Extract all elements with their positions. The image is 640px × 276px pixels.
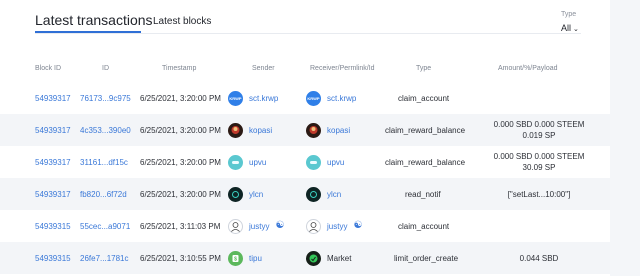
column-header-id: ID (102, 65, 109, 72)
sender-link[interactable]: justyy (249, 222, 269, 231)
timestamp: 6/25/2021, 3:20:00 PM (140, 125, 221, 135)
column-header-receiver: Receiver/Permlink/Id (310, 65, 375, 72)
payload: 0.044 SBD (519, 253, 559, 263)
payload: 0.000 SBD 0.000 STEEM 0.019 SP (493, 120, 585, 140)
operation-type: limit_order_create (394, 253, 459, 263)
timestamp: 6/25/2021, 3:10:55 PM (140, 253, 221, 263)
tab-bar: Latest transactions Latest blocks (35, 8, 595, 34)
sender-cell[interactable]: justyy ☯ (228, 210, 284, 242)
operation-type: claim_account (398, 221, 450, 231)
justyy-avatar-icon (228, 218, 243, 234)
timestamp: 6/25/2021, 3:20:00 PM (140, 189, 221, 199)
table-row[interactable]: 54939315 55cec...a9071 6/25/2021, 3:11:0… (0, 210, 610, 242)
tab-divider (35, 33, 581, 34)
sender-cell[interactable]: $ tipu (228, 242, 262, 274)
block-id-link[interactable]: 54939317 (35, 114, 71, 146)
table-row[interactable]: 54939317 31161...df15c 6/25/2021, 3:20:0… (0, 146, 610, 178)
receiver-cell: Market (306, 242, 351, 274)
payload (493, 210, 585, 242)
sender-link[interactable]: ylcn (249, 190, 263, 199)
svg-text:$: $ (234, 256, 237, 262)
justyy-avatar-icon (306, 218, 321, 234)
transaction-id-link[interactable]: 76173...9c975 (80, 82, 131, 114)
transaction-id-link[interactable]: 4c353...390e0 (80, 114, 131, 146)
receiver-link[interactable]: upvu (327, 158, 344, 167)
receiver-link[interactable]: justyy (327, 222, 347, 231)
payload: 0.000 SBD 0.000 STEEM 30.09 SP (493, 152, 585, 172)
column-header-type: Type (416, 65, 432, 72)
sender-cell[interactable]: upvu (228, 146, 266, 178)
kopasi-avatar-icon (306, 122, 321, 138)
tab-latest-transactions[interactable]: Latest transactions (35, 12, 153, 28)
block-id-link[interactable]: 54939317 (35, 178, 71, 210)
table-row[interactable]: 54939317 fb820...6f72d 6/25/2021, 3:20:0… (0, 178, 610, 210)
receiver-cell[interactable]: KRWP sct.krwp (306, 82, 356, 114)
sender-cell[interactable]: kopasi (228, 114, 272, 146)
block-id-link[interactable]: 54939315 (35, 210, 71, 242)
table-row[interactable]: 54939317 4c353...390e0 6/25/2021, 3:20:0… (0, 114, 610, 146)
column-header-block-id: Block ID (35, 65, 62, 72)
column-header-timestamp: Timestamp (162, 65, 197, 72)
receiver-cell[interactable]: kopasi (306, 114, 350, 146)
receiver-link[interactable]: sct.krwp (327, 94, 356, 103)
sender-cell[interactable]: ylcn (228, 178, 263, 210)
transaction-id-link[interactable]: 26fe7...1781c (80, 242, 128, 274)
table-row[interactable]: 54939317 76173...9c975 6/25/2021, 3:20:0… (0, 82, 610, 114)
column-header-sender: Sender (252, 65, 275, 72)
transaction-id-link[interactable]: fb820...6f72d (80, 178, 127, 210)
payload (493, 82, 585, 114)
human-icon: ☯ (275, 220, 285, 231)
receiver-cell[interactable]: justyy ☯ (306, 210, 362, 242)
transaction-id-link[interactable]: 31161...df15c (80, 146, 128, 178)
tab-latest-blocks[interactable]: Latest blocks (153, 16, 211, 27)
sender-link[interactable]: sct.krwp (249, 94, 278, 103)
tipu-avatar-icon: $ (228, 250, 243, 266)
operation-type: claim_reward_balance (385, 157, 466, 167)
human-icon: ☯ (353, 220, 363, 231)
ylcn-avatar-icon (228, 186, 243, 202)
timestamp: 6/25/2021, 3:20:00 PM (140, 157, 221, 167)
ylcn-avatar-icon (306, 186, 321, 202)
market-icon (306, 250, 321, 266)
timestamp: 6/25/2021, 3:20:00 PM (140, 93, 221, 103)
operation-type: claim_account (398, 93, 450, 103)
sender-link[interactable]: upvu (249, 158, 266, 167)
block-id-link[interactable]: 54939317 (35, 146, 71, 178)
upvu-avatar-icon (306, 154, 321, 170)
upvu-avatar-icon (228, 154, 243, 170)
receiver-label: Market (327, 253, 352, 263)
kopasi-avatar-icon (228, 122, 243, 138)
receiver-cell[interactable]: ylcn (306, 178, 341, 210)
receiver-cell[interactable]: upvu (306, 146, 344, 178)
payload: ["setLast...10:00"] (507, 189, 571, 199)
receiver-link[interactable]: kopasi (327, 126, 350, 135)
krwp-logo-icon: KRWP (228, 90, 243, 106)
sender-link[interactable]: kopasi (249, 126, 272, 135)
chevron-down-icon: ⌄ (573, 26, 579, 33)
table-header: Block ID ID Timestamp Sender Receiver/Pe… (0, 65, 610, 77)
sender-cell[interactable]: KRWP sct.krwp (228, 82, 278, 114)
table-row[interactable]: 54939315 26fe7...1781c 6/25/2021, 3:10:5… (0, 242, 610, 274)
type-filter-label: Type (561, 11, 577, 18)
sender-link[interactable]: tipu (249, 254, 262, 263)
transactions-panel: Latest transactions Latest blocks Type A… (0, 0, 610, 276)
receiver-link[interactable]: ylcn (327, 190, 341, 199)
type-filter-dropdown[interactable]: Type All ⌄ (561, 11, 579, 36)
operation-type: claim_reward_balance (385, 125, 466, 135)
type-filter-value: All (561, 23, 572, 33)
block-id-link[interactable]: 54939317 (35, 82, 71, 114)
transaction-id-link[interactable]: 55cec...a9071 (80, 210, 130, 242)
column-header-amount: Amount/%/Payload (498, 65, 558, 72)
krwp-logo-icon: KRWP (306, 90, 321, 106)
block-id-link[interactable]: 54939315 (35, 242, 71, 274)
timestamp: 6/25/2021, 3:11:03 PM (140, 221, 221, 231)
operation-type: read_notif (405, 189, 441, 199)
